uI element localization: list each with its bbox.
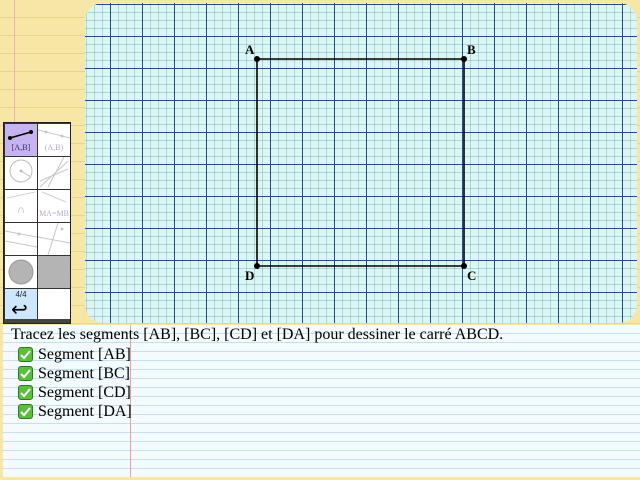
task-item: Segment [AB] (18, 345, 132, 364)
instruction-panel: Tracez les segments [AB], [BC], [CD] et … (3, 325, 640, 477)
circle-tool-icon (9, 159, 33, 183)
task-label: Segment [DA] (38, 402, 132, 420)
point-label-a: A (245, 42, 255, 57)
check-icon (18, 347, 33, 362)
tool-empty (38, 289, 70, 321)
point-label-c: C (467, 268, 477, 283)
perpendicular-tool-icon (38, 223, 70, 255)
drawing-canvas[interactable]: A B C D (85, 3, 637, 323)
point-label-b: B (467, 42, 476, 57)
tool-lines[interactable] (38, 157, 70, 189)
geometry-layer (254, 56, 467, 269)
point-d[interactable] (254, 263, 260, 269)
tool-blank[interactable] (38, 256, 70, 288)
tool-palette: [A,B] (A,B) ∩ MA=MB 4/4 ↩ (3, 122, 71, 324)
tool-line[interactable]: (A,B) (38, 124, 70, 156)
page-undo-box[interactable]: 4/4 ↩ (5, 289, 37, 321)
instruction-text: Tracez les segments [AB], [BC], [CD] et … (11, 326, 504, 343)
tool-parallel[interactable] (5, 223, 37, 255)
task-item: Segment [BC] (18, 364, 132, 383)
point-tool-icon (8, 259, 34, 285)
task-label: Segment [BC] (38, 364, 130, 382)
point-label-d: D (245, 268, 255, 283)
check-icon (18, 404, 33, 419)
tool-perpendicular[interactable] (38, 223, 70, 255)
task-item: Segment [CD] (18, 383, 132, 402)
task-label: Segment [AB] (38, 345, 131, 363)
parallel-tool-icon (5, 230, 37, 248)
tool-arc[interactable]: ∩ (5, 190, 37, 222)
tool-segment[interactable]: [A,B] (5, 124, 37, 156)
task-list: Segment [AB] Segment [BC] Segment [CD] S… (18, 345, 132, 421)
tool-line-label: (A,B) (44, 143, 64, 152)
tool-equidistant-label: MA=MB (39, 209, 69, 218)
palette-footer (4, 319, 70, 323)
tool-point[interactable] (5, 256, 37, 288)
undo-icon[interactable]: ↩ (11, 299, 28, 319)
tool-equidistant[interactable]: MA=MB (38, 190, 70, 222)
check-icon (18, 385, 33, 400)
point-a[interactable] (254, 56, 260, 62)
lines-tool-icon (39, 157, 69, 188)
tool-segment-label: [A,B] (11, 143, 31, 152)
check-icon (18, 366, 33, 381)
tool-arc-label: ∩ (17, 204, 25, 216)
tool-circle[interactable] (5, 157, 37, 189)
task-item: Segment [DA] (18, 402, 132, 421)
task-label: Segment [CD] (38, 383, 131, 401)
